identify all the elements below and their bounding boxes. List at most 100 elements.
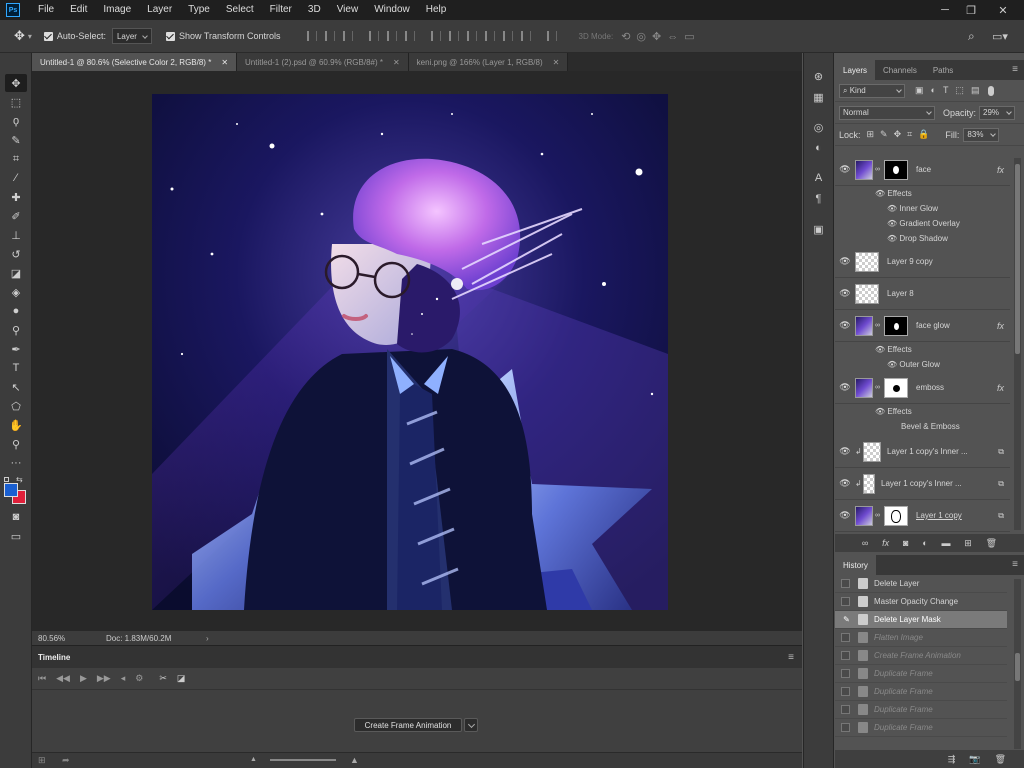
healing-brush-tool-icon[interactable]: ✚ (5, 188, 27, 206)
distribute-vcenter-icon[interactable] (448, 31, 459, 41)
snapshot-box[interactable] (841, 651, 850, 660)
layer-mask-thumbnail[interactable] (884, 315, 908, 336)
tool-preset-dropdown-icon[interactable]: ▾ (28, 32, 32, 41)
close-icon[interactable]: ✕ (221, 58, 228, 67)
tab-untitled-1-2[interactable]: Untitled-1 (2).psd @ 60.9% (RGB/8#) * ✕ (237, 53, 409, 71)
quick-select-tool-icon[interactable]: ✎ (5, 131, 27, 149)
effects-group[interactable]: 👁 Effects (835, 404, 1010, 419)
layer-name[interactable]: Layer 1 copy (916, 511, 962, 520)
delete-layer-icon[interactable]: 🗑 (986, 538, 997, 549)
paint-bucket-tool-icon[interactable]: ◈ (5, 283, 27, 301)
menu-layer[interactable]: Layer (139, 0, 180, 20)
snapshot-box[interactable] (841, 723, 850, 732)
menu-3d[interactable]: 3D (300, 0, 329, 20)
layer-layer-9-copy[interactable]: 👁 Layer 9 copy (835, 246, 1010, 278)
effect-item[interactable]: 👁 Gradient Overlay (835, 216, 1010, 231)
brush-tool-icon[interactable]: ✐ (5, 207, 27, 225)
previous-frame-icon[interactable]: ◀◀ (56, 673, 70, 684)
eye-icon[interactable]: 👁 (887, 360, 899, 369)
create-frame-animation-button[interactable]: Create Frame Animation (354, 718, 462, 732)
move-tool-icon[interactable]: ✥ (14, 28, 25, 44)
eyedropper-tool-icon[interactable]: ⁄ (5, 169, 27, 187)
visibility-eye-icon[interactable]: 👁 (835, 446, 855, 457)
effect-item[interactable]: 👁 Outer Glow (835, 357, 1010, 372)
lock-icons[interactable]: ⊞✎✥⌗🔒 (867, 129, 936, 140)
show-transform-checkbox[interactable] (165, 31, 175, 41)
close-window-button[interactable]: ✕ (990, 0, 1016, 20)
restore-button[interactable]: ❐ (958, 0, 984, 20)
filter-toggle[interactable] (988, 85, 995, 96)
tab-history[interactable]: History (835, 555, 876, 575)
shape-tool-icon[interactable]: ⬠ (5, 397, 27, 415)
character-icon[interactable]: A (811, 171, 827, 185)
layer-mask-thumbnail[interactable] (884, 159, 908, 180)
layer-emboss[interactable]: 👁 ∞ emboss fx (835, 372, 1010, 404)
path-select-tool-icon[interactable]: ↖ (5, 378, 27, 396)
align-bottom-icon[interactable] (342, 31, 353, 41)
fill-field[interactable]: 83% (963, 127, 1000, 142)
move-tool-icon[interactable]: ✥ (5, 74, 27, 92)
panel-menu-icon[interactable]: ≡ (1012, 64, 1018, 75)
search-icon[interactable]: ⌕ (968, 29, 975, 44)
effects-group[interactable]: 👁 Effects (835, 186, 1010, 201)
auto-select-checkbox[interactable] (43, 31, 53, 41)
crop-tool-icon[interactable]: ⌗ (5, 150, 27, 168)
default-colors-icon[interactable] (4, 477, 9, 482)
first-frame-icon[interactable]: ⏮ (38, 673, 46, 684)
distribute-bottom-icon[interactable] (466, 31, 477, 41)
distribute-right-icon[interactable] (520, 31, 531, 41)
menu-filter[interactable]: Filter (262, 0, 300, 20)
layers-scrollbar[interactable] (1014, 158, 1021, 530)
history-item[interactable]: Duplicate Frame (835, 665, 1007, 683)
layer-name[interactable]: Layer 1 copy's Inner ... (887, 447, 968, 456)
new-layer-icon[interactable]: ⊞ (964, 538, 972, 549)
history-item-current[interactable]: ✎ Delete Layer Mask (835, 611, 1007, 629)
menu-view[interactable]: View (329, 0, 367, 20)
align-hcenter-icon[interactable] (386, 31, 397, 41)
layer-name[interactable]: face glow (916, 321, 950, 330)
more-tools-icon[interactable]: ··· (5, 454, 27, 472)
eye-icon[interactable]: 👁 (875, 189, 887, 198)
scrollbar-thumb[interactable] (1015, 164, 1020, 354)
history-item[interactable]: Flatten Image (835, 629, 1007, 647)
history-item[interactable]: Create Frame Animation (835, 647, 1007, 665)
adjustments-icon[interactable]: ◐ (811, 141, 827, 155)
eye-icon[interactable]: 👁 (875, 407, 887, 416)
panel-menu-icon[interactable]: ≡ (1012, 559, 1018, 570)
eye-icon[interactable]: 👁 (875, 345, 887, 354)
visibility-eye-icon[interactable]: 👁 (835, 164, 855, 175)
visibility-eye-icon[interactable]: 👁 (835, 510, 855, 521)
filter-type-icons[interactable]: ▣◐T⬚▤ (915, 85, 986, 96)
menu-edit[interactable]: Edit (62, 0, 95, 20)
distribute-left-icon[interactable] (484, 31, 495, 41)
snapshot-box[interactable] (841, 687, 850, 696)
convert-icon[interactable]: ⊞ (38, 755, 46, 766)
effect-item[interactable]: 👁 Drop Shadow (835, 231, 1010, 246)
settings-icon[interactable]: ⚙ (135, 673, 143, 684)
layer-face[interactable]: 👁 ∞ face fx (835, 154, 1010, 186)
image-icon[interactable]: ▣ (811, 222, 827, 236)
zoom-out-icon[interactable]: ▲ (250, 756, 257, 763)
fx-icon[interactable]: fx (997, 383, 1004, 393)
split-icon[interactable]: ✂ (159, 673, 167, 684)
new-document-from-state-icon[interactable]: ⇶ (948, 754, 956, 765)
fx-icon[interactable]: fx (997, 321, 1004, 331)
align-vcenter-icon[interactable] (324, 31, 335, 41)
add-mask-icon[interactable]: ◙ (903, 538, 908, 548)
distribute-top-icon[interactable] (430, 31, 441, 41)
eye-icon[interactable]: 👁 (887, 234, 899, 243)
zoom-tool-icon[interactable]: ⚲ (5, 435, 27, 453)
screen-mode-icon[interactable]: ▭ (5, 527, 27, 545)
lasso-tool-icon[interactable]: ϙ (5, 112, 27, 130)
clone-stamp-tool-icon[interactable]: ⊥ (5, 226, 27, 244)
eye-icon[interactable]: 👁 (887, 204, 899, 213)
layer-name[interactable]: emboss (916, 383, 944, 392)
snapshot-box[interactable] (841, 669, 850, 678)
snapshot-box[interactable] (841, 705, 850, 714)
visibility-eye-icon[interactable]: 👁 (835, 382, 855, 393)
align-left-icon[interactable] (368, 31, 379, 41)
tab-paths[interactable]: Paths (925, 60, 961, 80)
pen-tool-icon[interactable]: ✒ (5, 340, 27, 358)
quick-mask-icon[interactable]: ◙ (5, 508, 27, 526)
layer-layer-1-copy[interactable]: 👁 ∞ Layer 1 copy ⧉ (835, 500, 1010, 532)
